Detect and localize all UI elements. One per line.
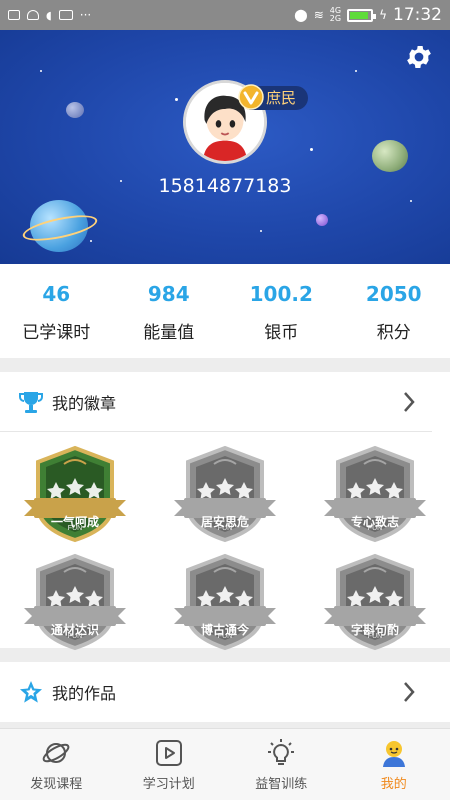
stat-value: 46 [42,282,71,306]
signal-icon: 4G 2G [329,6,342,23]
play-icon [155,739,182,766]
tab-training[interactable]: 益智训练 [225,729,338,800]
bottom-tab-bar: 发现课程 学习计划 益智训练 我的 [0,728,450,800]
badge-label: 一气呵成 [50,515,99,529]
phone-number: 15814877183 [158,175,292,197]
badge-item[interactable]: FUN 通材达识 [0,552,150,660]
tab-label: 发现课程 [30,776,83,792]
stat-value: 2050 [365,282,422,306]
audio-icon: ◖ [46,8,52,22]
works-header[interactable]: 我的作品 [0,662,432,722]
battery-icon [347,8,377,22]
gallery-icon [8,10,20,20]
wifi-icon: ≋ [313,8,324,22]
profile-icon [382,740,405,767]
badges-header[interactable]: 我的徽章 [0,372,432,432]
tab-study-plan[interactable]: 学习计划 [113,729,226,800]
works-title: 我的作品 [52,684,117,703]
badge-item[interactable]: FUN 字斟句酌 [300,552,450,660]
chevron-right-icon[interactable] [402,680,416,704]
badge-item[interactable]: FUN 专心致志 [300,444,450,552]
tab-label: 益智训练 [255,776,308,792]
badge-label: 居安思危 [200,515,249,529]
trophy-icon [19,391,43,413]
gear-icon[interactable] [404,42,434,72]
more-icon: ··· [79,8,92,22]
badge-label: 字斟句酌 [350,623,399,637]
android-icon [27,10,39,20]
tab-mine[interactable]: 我的 [338,729,450,800]
badges-title: 我的徽章 [52,393,117,413]
planet-small-icon [66,102,84,118]
planet-icon [42,742,70,763]
planet-right-icon [372,140,408,172]
badge-label: 专心致志 [350,515,399,529]
clock: 17:32 [393,5,442,25]
tab-label: 我的 [380,776,407,792]
bulb-icon [268,738,295,765]
stat-silver[interactable]: 100.2 银币 [225,264,338,358]
tab-label: 学习计划 [142,776,195,792]
badge-label: 通材达识 [50,623,99,637]
planet-tiny-icon [316,214,328,226]
stat-points[interactable]: 2050 积分 [338,264,450,358]
badge-item[interactable]: FUN 居安思危 [150,444,300,552]
stat-value: 100.2 [249,282,313,306]
stat-label: 银币 [264,323,299,343]
badge-item[interactable]: FUN 一气呵成 [0,444,150,552]
charging-icon: ϟ [379,8,387,22]
stat-energy[interactable]: 984 能量值 [113,264,226,358]
status-bar: ◖ ··· ⬤ ≋ 4G 2G ϟ 17:32 [0,0,450,30]
badges-section: 我的徽章 FUN 一气呵成 FUN 居安思危 FUN 专心致志 FUN 通材达识 FUN 博古通今… [0,372,450,651]
stat-label: 积分 [376,323,411,343]
works-section: 我的作品 [0,662,450,722]
stat-hours[interactable]: 46 已学课时 [0,264,113,358]
location-icon: ⬤ [294,8,308,22]
tab-discover[interactable]: 发现课程 [0,729,113,800]
badge-grid: FUN 一气呵成 FUN 居安思危 FUN 专心致志 FUN 通材达识 FUN 博古通今 FUN 字斟… [0,432,450,660]
stat-label: 能量值 [143,323,195,343]
star-icon [20,681,42,703]
badge-item[interactable]: FUN 博古通今 [150,552,300,660]
keyboard-icon [58,10,73,20]
stats-bar: 46 已学课时 984 能量值 100.2 银币 2050 积分 [0,264,450,358]
stat-value: 984 [147,282,190,306]
profile-header: 庶民 15814877183 [0,30,450,264]
vip-icon [238,84,264,110]
stat-label: 已学课时 [22,323,91,343]
badge-label: 博古通今 [200,623,249,637]
chevron-right-icon[interactable] [402,390,416,414]
